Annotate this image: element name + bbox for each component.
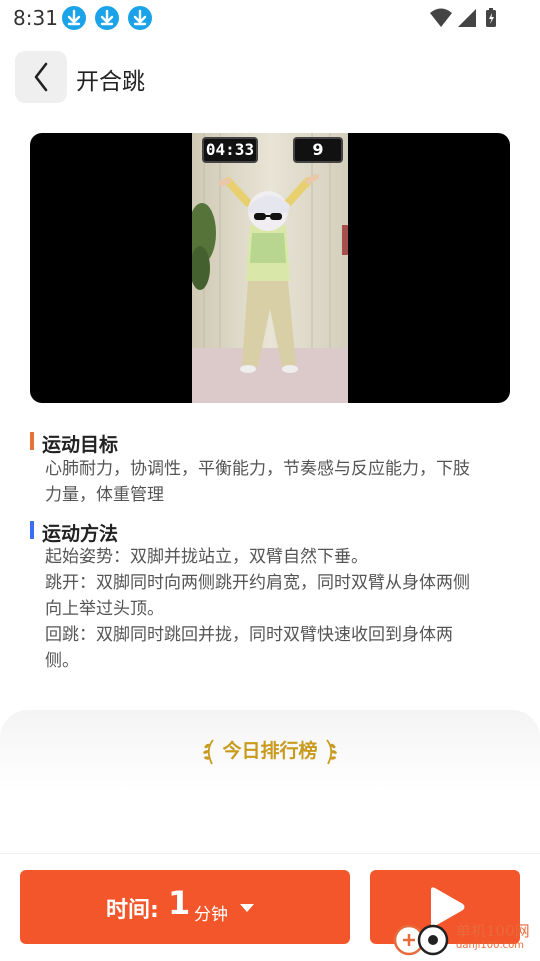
goal-line: 力量，体重管理 [45, 485, 164, 505]
method-line: 跳开：双脚同时向两侧跳开约肩宽，同时双臂从身体两侧 [45, 573, 470, 593]
watermark-url: danji100.com [456, 940, 524, 951]
goal-title: 运动目标 [42, 434, 119, 456]
back-button[interactable] [15, 51, 67, 103]
video-scene-image [192, 133, 348, 403]
watermark-logo [393, 924, 449, 956]
download-icon [95, 6, 119, 30]
system-status-icons [430, 8, 496, 27]
download-icon [62, 6, 86, 30]
chevron-left-icon [34, 62, 48, 92]
duration-label: 时间: [106, 898, 159, 923]
ranking-header[interactable]: 今日排行榜 [0, 736, 540, 766]
section-accent-bar [30, 432, 34, 450]
rep-counter: 9 [293, 137, 343, 163]
video-frame: 04:33 9 [192, 133, 348, 403]
duration-selector-button[interactable]: 时间: 1 分钟 [20, 870, 350, 944]
method-line: 侧。 [45, 651, 79, 671]
signal-icon [458, 9, 476, 27]
watermark-name: 单机100网 [456, 922, 530, 940]
status-bar: 8:31 [0, 0, 540, 36]
method-line: 起始姿势：双脚并拢站立，双臂自然下垂。 [45, 547, 368, 567]
method-line: 回跳：双脚同时跳回并拢，同时双臂快速收回到身体两 [45, 625, 453, 645]
method-line: 向上举过头顶。 [45, 599, 164, 619]
section-accent-bar [30, 521, 34, 539]
laurel-right-icon [326, 738, 337, 764]
goal-description: 心肺耐力，协调性，平衡能力，节奏感与反应能力，下肢 力量，体重管理 [45, 456, 515, 508]
goal-line: 心肺耐力，协调性，平衡能力，节奏感与反应能力，下肢 [45, 459, 470, 479]
wifi-icon [430, 8, 452, 27]
duration-value: 1 [168, 884, 191, 922]
video-timer: 04:33 [202, 137, 258, 163]
laurel-left-icon [202, 738, 214, 764]
method-description: 起始姿势：双脚并拢站立，双臂自然下垂。 跳开：双脚同时向两侧跳开约肩宽，同时双臂… [45, 544, 515, 674]
method-title: 运动方法 [42, 523, 119, 545]
exercise-video[interactable]: 04:33 9 [30, 133, 510, 403]
caret-down-icon [240, 904, 254, 912]
ranking-title: 今日排行榜 [222, 740, 318, 762]
page-title: 开合跳 [76, 69, 145, 95]
download-icon [128, 6, 152, 30]
ranking-card [0, 710, 540, 860]
duration-unit: 分钟 [194, 905, 228, 925]
status-time: 8:31 [13, 6, 58, 30]
